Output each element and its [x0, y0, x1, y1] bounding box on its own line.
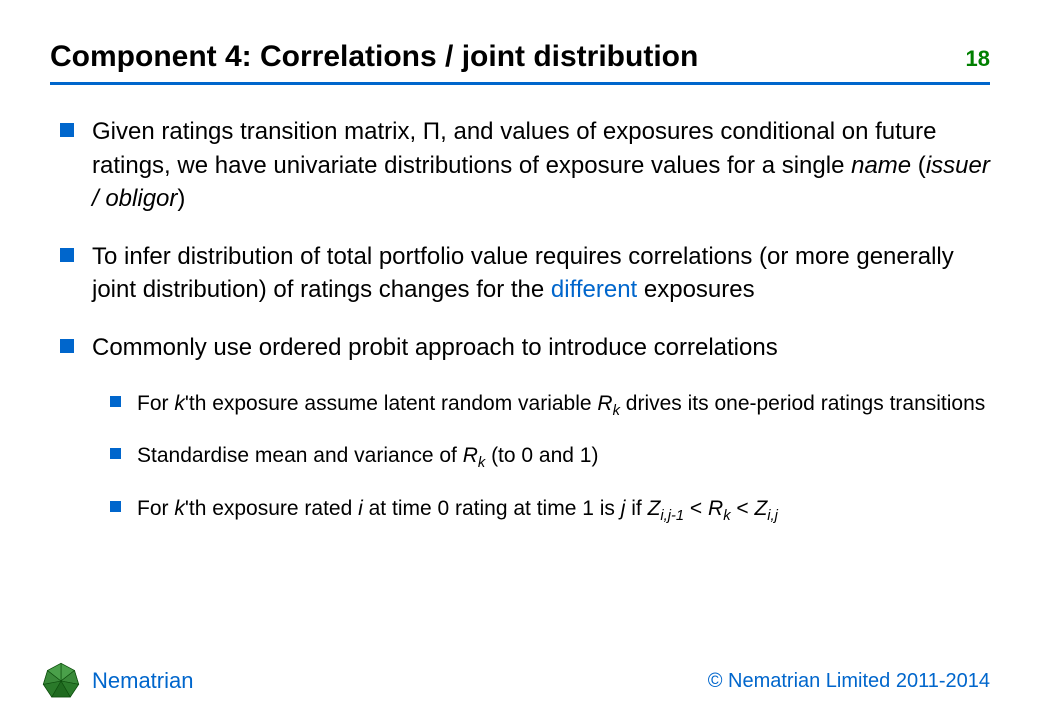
sub-item-3: For k'th exposure rated i at time 0 rati…: [110, 494, 990, 527]
sub-bullet-list: For k'th exposure assume latent random v…: [60, 389, 990, 527]
text-fragment: at time 0 rating at time 1 is: [363, 497, 621, 520]
text-fragment: For: [137, 497, 174, 520]
pi-symbol: Π: [423, 118, 440, 145]
italic-text: Z: [754, 497, 767, 520]
text-fragment: <: [684, 497, 708, 520]
italic-text: name: [851, 152, 911, 179]
italic-text: k: [174, 497, 185, 520]
subscript-text: i,j-1: [660, 508, 684, 524]
slide-footer: Nematrian © Nematrian Limited 2011-2014: [40, 660, 990, 702]
text-fragment: (: [911, 152, 926, 179]
text-fragment: drives its one-period ratings transition…: [620, 392, 985, 415]
italic-text: k: [174, 392, 185, 415]
bullet-icon: [60, 248, 74, 262]
italic-text: R: [708, 497, 723, 520]
sub-item-1: For k'th exposure assume latent random v…: [110, 389, 990, 422]
sub-text-3: For k'th exposure rated i at time 0 rati…: [137, 494, 778, 527]
bullet-item-3: Commonly use ordered probit approach to …: [60, 331, 990, 365]
italic-text: R: [463, 444, 478, 467]
subscript-text: k: [613, 403, 620, 419]
text-fragment: 'th exposure rated: [185, 497, 358, 520]
bullet-icon: [60, 339, 74, 353]
sub-text-2: Standardise mean and variance of Rk (to …: [137, 441, 598, 474]
slide-container: Component 4: Correlations / joint distri…: [0, 0, 1040, 720]
slide-content: Given ratings transition matrix, Π, and …: [50, 115, 990, 527]
bullet-icon: [110, 396, 121, 407]
text-fragment: <: [731, 497, 755, 520]
copyright-text: © Nematrian Limited 2011-2014: [708, 670, 990, 693]
page-number: 18: [966, 46, 990, 72]
bullet-item-2: To infer distribution of total portfolio…: [60, 240, 990, 307]
text-fragment: Given ratings transition matrix,: [92, 118, 423, 145]
text-fragment: (to 0 and 1): [485, 444, 598, 467]
bullet-icon: [110, 448, 121, 459]
bullet-icon: [60, 123, 74, 137]
bullet-icon: [110, 501, 121, 512]
italic-text: R: [597, 392, 612, 415]
footer-left: Nematrian: [40, 660, 193, 702]
slide-title: Component 4: Correlations / joint distri…: [50, 40, 698, 74]
text-fragment: Standardise mean and variance of: [137, 444, 463, 467]
highlighted-text: different: [551, 276, 637, 303]
text-fragment: For: [137, 392, 174, 415]
text-fragment: if: [625, 497, 647, 520]
slide-header: Component 4: Correlations / joint distri…: [50, 40, 990, 85]
text-fragment: ): [177, 185, 185, 212]
nematrian-logo-icon: [40, 660, 82, 702]
text-fragment: exposures: [637, 276, 754, 303]
bullet-text-1: Given ratings transition matrix, Π, and …: [92, 115, 990, 216]
italic-text: Z: [648, 497, 661, 520]
bullet-item-1: Given ratings transition matrix, Π, and …: [60, 115, 990, 216]
subscript-text: k: [723, 508, 730, 524]
sub-item-2: Standardise mean and variance of Rk (to …: [110, 441, 990, 474]
sub-text-1: For k'th exposure assume latent random v…: [137, 389, 985, 422]
bullet-text-3: Commonly use ordered probit approach to …: [92, 331, 778, 365]
bullet-text-2: To infer distribution of total portfolio…: [92, 240, 990, 307]
text-fragment: To infer distribution of total portfolio…: [92, 243, 954, 304]
subscript-text: i,j: [767, 508, 778, 524]
brand-name: Nematrian: [92, 668, 193, 694]
text-fragment: 'th exposure assume latent random variab…: [185, 392, 598, 415]
